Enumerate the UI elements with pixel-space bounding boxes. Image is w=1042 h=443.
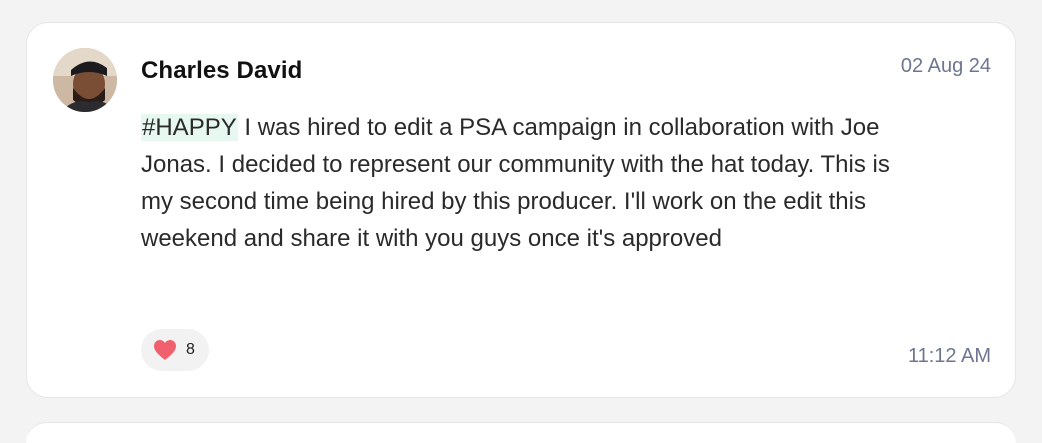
post-time: 11:12 AM [907, 345, 991, 367]
heart-icon [153, 339, 177, 361]
heart-reaction-button[interactable]: 8 [141, 329, 209, 371]
post-body: #HAPPY I was hired to edit a PSA campaig… [141, 109, 901, 257]
author-name[interactable]: Charles David [141, 57, 302, 85]
post-card: Charles David 02 Aug 24 #HAPPY I was hir… [26, 22, 1016, 398]
next-post-card [26, 422, 1016, 443]
avatar[interactable] [53, 48, 117, 112]
post-date: 02 Aug 24 [900, 55, 991, 77]
post-text: I was hired to edit a PSA campaign in co… [141, 114, 890, 252]
hashtag-link[interactable]: #HAPPY [141, 114, 238, 141]
reaction-count: 8 [186, 341, 195, 358]
